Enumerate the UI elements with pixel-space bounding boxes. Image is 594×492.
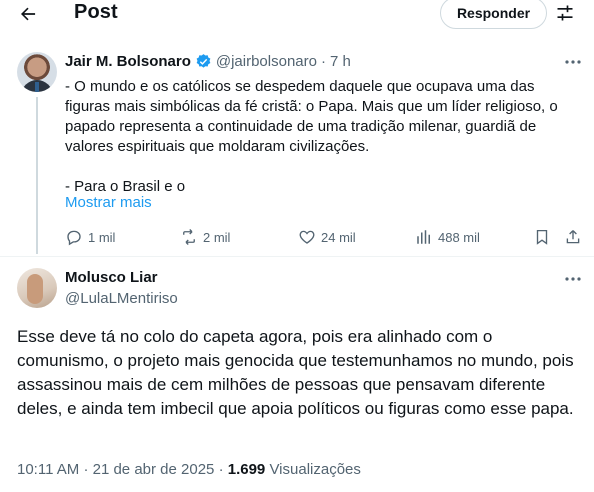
reply-button[interactable]: Responder [440, 0, 547, 29]
share-action[interactable] [564, 226, 582, 248]
like-icon [299, 230, 315, 244]
separator: · [83, 461, 89, 478]
tweet-text: - O mundo e os católicos se despedem daq… [65, 78, 558, 195]
avatar-tie [35, 82, 39, 92]
page-title: Post [74, 1, 118, 23]
like-action[interactable]: 24 mil [298, 226, 356, 248]
views-icon [417, 230, 430, 244]
tweet-meta: 10:11 AM · 21 de abr de 2025 · 1.699 Vis… [17, 461, 361, 478]
action-bar: 1 mil 2 mil 24 mil 488 mil [0, 226, 594, 248]
more-button[interactable] [562, 270, 584, 288]
back-arrow-icon [21, 7, 36, 21]
tweet-time[interactable]: 10:11 AM [17, 461, 79, 478]
share-icon [566, 230, 580, 244]
repost-icon [183, 229, 195, 245]
filter-icon [557, 5, 573, 21]
separator: · [320, 53, 326, 70]
bookmark-icon [536, 229, 548, 245]
reply-icon [67, 230, 81, 246]
author-name[interactable]: Molusco Liar [65, 269, 158, 286]
more-icon [565, 60, 581, 64]
tweet-date[interactable]: 21 de abr de 2025 [93, 461, 215, 478]
verified-badge-icon [195, 53, 212, 70]
avatar[interactable] [17, 52, 57, 92]
reply-action[interactable]: 1 mil [65, 226, 115, 248]
timestamp[interactable]: 7 h [330, 53, 351, 70]
repost-action[interactable]: 2 mil [180, 226, 230, 248]
bookmark-action[interactable] [533, 226, 551, 248]
back-button[interactable] [14, 2, 42, 26]
separator: · [218, 461, 224, 478]
tweet-text: Esse deve tá no colo do capeta agora, po… [17, 327, 574, 418]
author-name[interactable]: Jair M. Bolsonaro [65, 53, 191, 70]
author-row: Jair M. Bolsonaro @jairbolsonaro · 7 h [65, 53, 351, 70]
author-handle[interactable]: @jairbolsonaro [216, 53, 317, 70]
avatar-hand [27, 274, 43, 304]
parent-tweet[interactable]: Jair M. Bolsonaro @jairbolsonaro · 7 h -… [0, 40, 594, 254]
top-bar: Post Responder [0, 0, 594, 29]
views-action[interactable]: 488 mil [415, 226, 480, 248]
show-more-link[interactable]: Mostrar mais [65, 194, 152, 211]
repost-count: 2 mil [203, 229, 231, 245]
views-count: 1.699 [227, 461, 266, 478]
author-handle[interactable]: @LulaLMentiriso [65, 290, 178, 307]
filter-button[interactable] [554, 2, 576, 24]
views-label: Visualizações [269, 461, 361, 478]
divider [0, 256, 594, 257]
avatar[interactable] [17, 268, 57, 308]
reply-count: 1 mil [88, 229, 116, 245]
views-count: 488 mil [438, 229, 480, 245]
more-icon [565, 277, 581, 281]
like-count: 24 mil [321, 229, 356, 245]
more-button[interactable] [562, 53, 584, 71]
